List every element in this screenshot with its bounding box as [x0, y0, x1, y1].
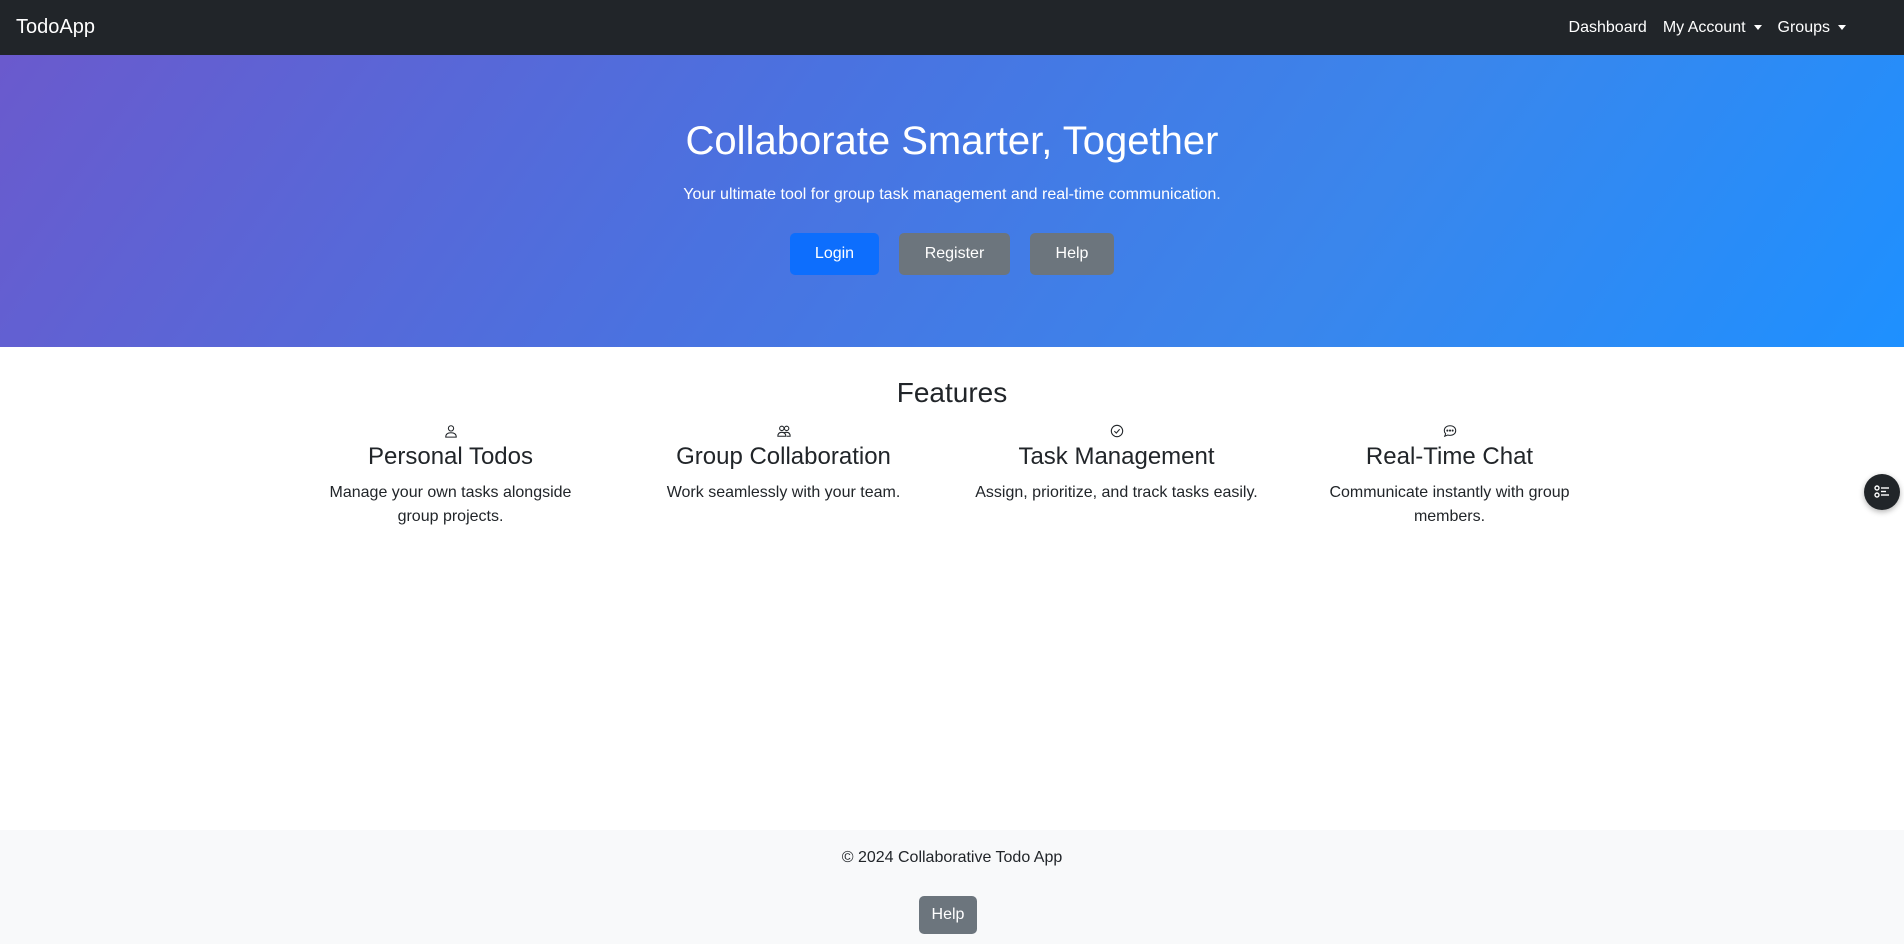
person-icon: [296, 423, 605, 439]
footer: © 2024 Collaborative Todo App Help: [0, 830, 1904, 944]
feature-title: Task Management: [1018, 443, 1215, 470]
nav-groups-dropdown[interactable]: Groups: [1770, 11, 1854, 45]
hero-buttons: Login Register Help: [0, 233, 1904, 275]
feature-card: Task Management Assign, prioritize, and …: [950, 423, 1283, 529]
chevron-down-icon: [1838, 25, 1846, 30]
brand-logo[interactable]: TodoApp: [16, 16, 95, 39]
feature-card: Real-Time Chat Communicate instantly wit…: [1283, 423, 1616, 529]
task-list-icon: [1874, 485, 1889, 498]
feature-title: Real-Time Chat: [1365, 443, 1534, 470]
login-button[interactable]: Login: [790, 233, 879, 275]
check-circle-icon: [962, 423, 1271, 439]
footer-help-button[interactable]: Help: [919, 896, 977, 934]
nav-my-account-label: My Account: [1662, 18, 1746, 36]
feature-description: Assign, prioritize, and track tasks easi…: [975, 484, 1258, 501]
feature-card: Personal Todos Manage your own tasks alo…: [284, 423, 617, 529]
features-heading: Features: [896, 377, 1008, 408]
nav-links: Dashboard My Account Groups: [1561, 11, 1888, 45]
floating-task-list-button[interactable]: [1864, 474, 1900, 510]
footer-copyright: © 2024 Collaborative Todo App: [841, 849, 1063, 866]
hero-section: Collaborate Smarter, Together Your ultim…: [0, 55, 1904, 347]
nav-groups-label: Groups: [1777, 18, 1830, 36]
nav-my-account-dropdown[interactable]: My Account: [1655, 11, 1770, 45]
feature-description: Work seamlessly with your team.: [666, 484, 901, 501]
hero-title: Collaborate Smarter, Together: [685, 119, 1219, 163]
nav-dashboard-link[interactable]: Dashboard: [1561, 11, 1655, 45]
navbar: TodoApp Dashboard My Account Groups: [0, 0, 1904, 55]
register-button[interactable]: Register: [899, 233, 1010, 275]
feature-description: Communicate instantly with group members…: [1329, 484, 1570, 525]
help-button[interactable]: Help: [1030, 233, 1114, 275]
feature-description: Manage your own tasks alongside group pr…: [329, 484, 572, 525]
chat-icon: [1295, 423, 1604, 439]
people-icon: [629, 423, 938, 439]
feature-title: Group Collaboration: [676, 443, 891, 470]
chevron-down-icon: [1753, 25, 1762, 30]
nav-dashboard-label: Dashboard: [1568, 18, 1647, 36]
feature-card: Group Collaboration Work seamlessly with…: [617, 423, 950, 529]
hero-subtitle: Your ultimate tool for group task manage…: [683, 186, 1221, 203]
features-row: Personal Todos Manage your own tasks alo…: [284, 423, 1616, 529]
feature-title: Personal Todos: [368, 443, 533, 470]
